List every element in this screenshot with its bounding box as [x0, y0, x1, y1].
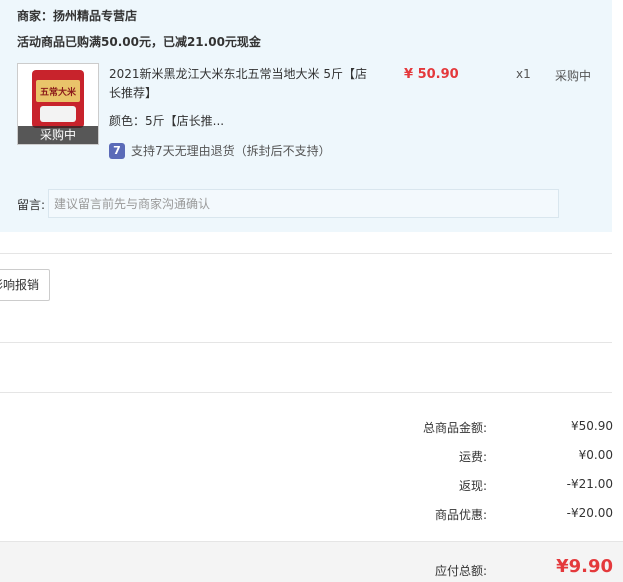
summary-value: ¥0.00 — [578, 448, 613, 462]
rice-bag-image: 五常大米 — [32, 70, 84, 128]
payable-total: ¥9.90 — [556, 556, 613, 577]
summary-label: 总商品金额: — [422, 421, 487, 435]
product-price: ¥ 50.90 — [404, 67, 459, 82]
summary-label: 运费: — [458, 450, 487, 464]
promo-text: 活动商品已购满50.00元，已减21.00元现金 — [17, 35, 261, 49]
thumb-status-overlay: 采购中 — [18, 126, 98, 144]
note-label: 留言: — [17, 198, 46, 212]
divider — [0, 342, 612, 343]
return-7day-icon: 7 — [109, 142, 125, 159]
product-status: 采购中 — [555, 69, 592, 83]
product-quantity: x1 — [516, 67, 531, 81]
product-spec: 颜色：5斤【店长推... — [109, 114, 225, 128]
divider — [0, 253, 612, 254]
return-policy: 7 支持7天无理由退货（拆封后不支持） — [109, 142, 331, 159]
summary-value: -¥20.00 — [566, 506, 613, 520]
shop-order-panel: 商家：扬州精品专营店 活动商品已购满50.00元，已减21.00元现金 五常大米… — [0, 0, 612, 232]
summary-value: ¥50.90 — [571, 419, 613, 433]
product-thumbnail[interactable]: 五常大米 采购中 — [17, 63, 99, 145]
shop-name[interactable]: 商家：扬州精品专营店 — [17, 7, 137, 24]
payable-bar: 应付总额: ¥9.90 — [0, 541, 623, 582]
summary-row-cashback: 返现: -¥21.00 — [0, 477, 623, 497]
rice-bag-label: 五常大米 — [40, 86, 77, 98]
return-policy-text: 支持7天无理由退货（拆封后不支持） — [131, 144, 331, 158]
payable-label: 应付总额: — [434, 564, 487, 578]
summary-label: 返现: — [458, 479, 487, 493]
summary-value: -¥21.00 — [566, 477, 613, 491]
note-input[interactable] — [48, 189, 559, 218]
reimburse-button[interactable]: 影响报销 — [0, 269, 50, 301]
summary-row-shipping: 运费: ¥0.00 — [0, 448, 623, 468]
product-title[interactable]: 2021新米黑龙江大米东北五常当地大米 5斤【店长推荐】 — [109, 65, 369, 103]
summary-row-subtotal: 总商品金额: ¥50.90 — [0, 419, 623, 439]
summary-label: 商品优惠: — [434, 508, 487, 522]
summary-row-discount: 商品优惠: -¥20.00 — [0, 506, 623, 526]
divider — [0, 392, 612, 393]
